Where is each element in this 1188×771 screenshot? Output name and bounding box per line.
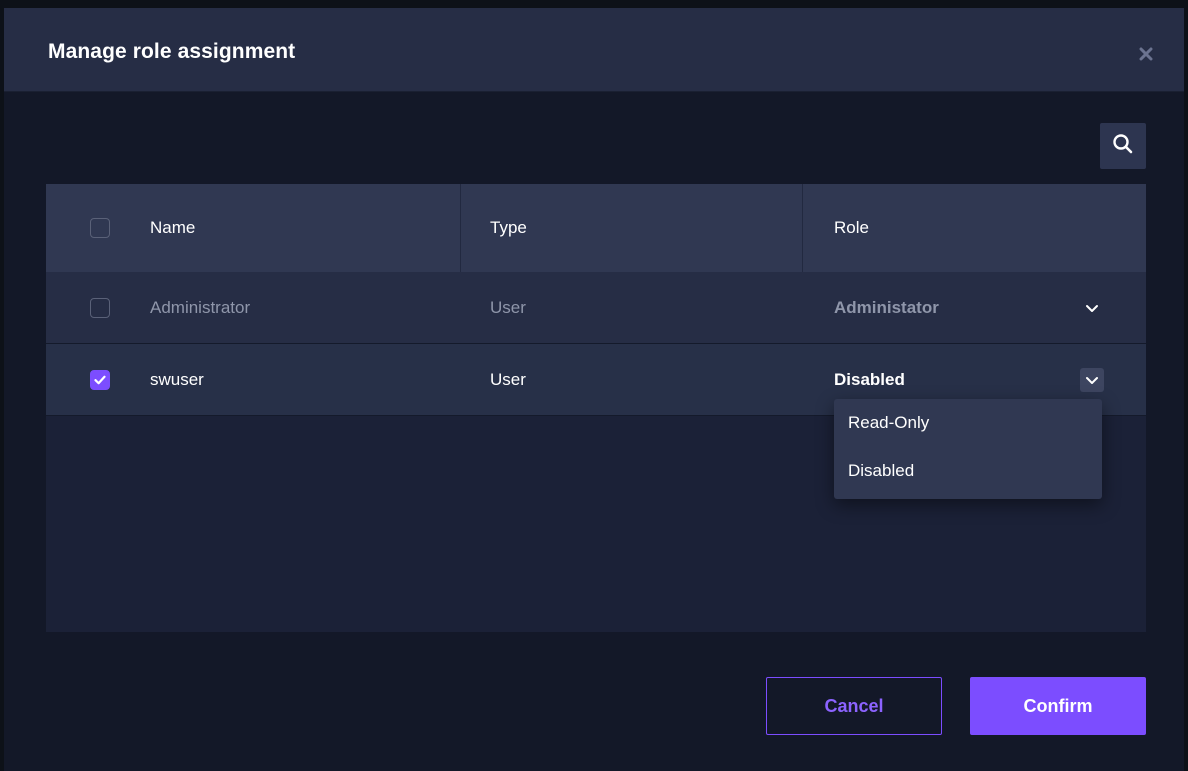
row-type: User [490, 370, 526, 389]
menu-item-read-only[interactable]: Read-Only [848, 413, 929, 433]
table-row: Administrator User Administator [46, 272, 1146, 344]
cancel-button[interactable]: Cancel [766, 677, 942, 735]
row-checkbox[interactable] [90, 298, 110, 318]
dialog-title: Manage role assignment [48, 40, 296, 63]
column-header-role[interactable]: Role [834, 184, 869, 272]
row-name: swuser [150, 370, 204, 389]
role-assignment-dialog: Manage role assignment Name Type Role Ad… [4, 8, 1184, 771]
row-checkbox[interactable] [90, 370, 110, 390]
chevron-down-icon[interactable] [1080, 296, 1104, 320]
column-divider [802, 184, 803, 272]
chevron-down-icon[interactable] [1080, 368, 1104, 392]
row-select-cell [90, 344, 110, 416]
search-button[interactable] [1100, 123, 1146, 169]
confirm-button[interactable]: Confirm [970, 677, 1146, 735]
column-divider [460, 184, 461, 272]
role-dropdown-menu: Read-Only Disabled [834, 399, 1102, 499]
dialog-header: Manage role assignment [4, 8, 1184, 92]
row-type: User [490, 298, 526, 317]
close-icon[interactable] [1136, 44, 1156, 64]
menu-item-disabled[interactable]: Disabled [848, 461, 914, 481]
row-name: Administrator [150, 298, 251, 317]
select-all-cell [90, 184, 110, 272]
row-role[interactable]: Administator [834, 272, 939, 344]
table-header: Name Type Role [46, 184, 1146, 272]
column-header-name[interactable]: Name [150, 184, 195, 272]
search-icon [1112, 133, 1134, 160]
row-select-cell [90, 272, 110, 344]
column-header-type[interactable]: Type [490, 184, 527, 272]
checkmark-icon [94, 375, 106, 385]
select-all-checkbox[interactable] [90, 218, 110, 238]
